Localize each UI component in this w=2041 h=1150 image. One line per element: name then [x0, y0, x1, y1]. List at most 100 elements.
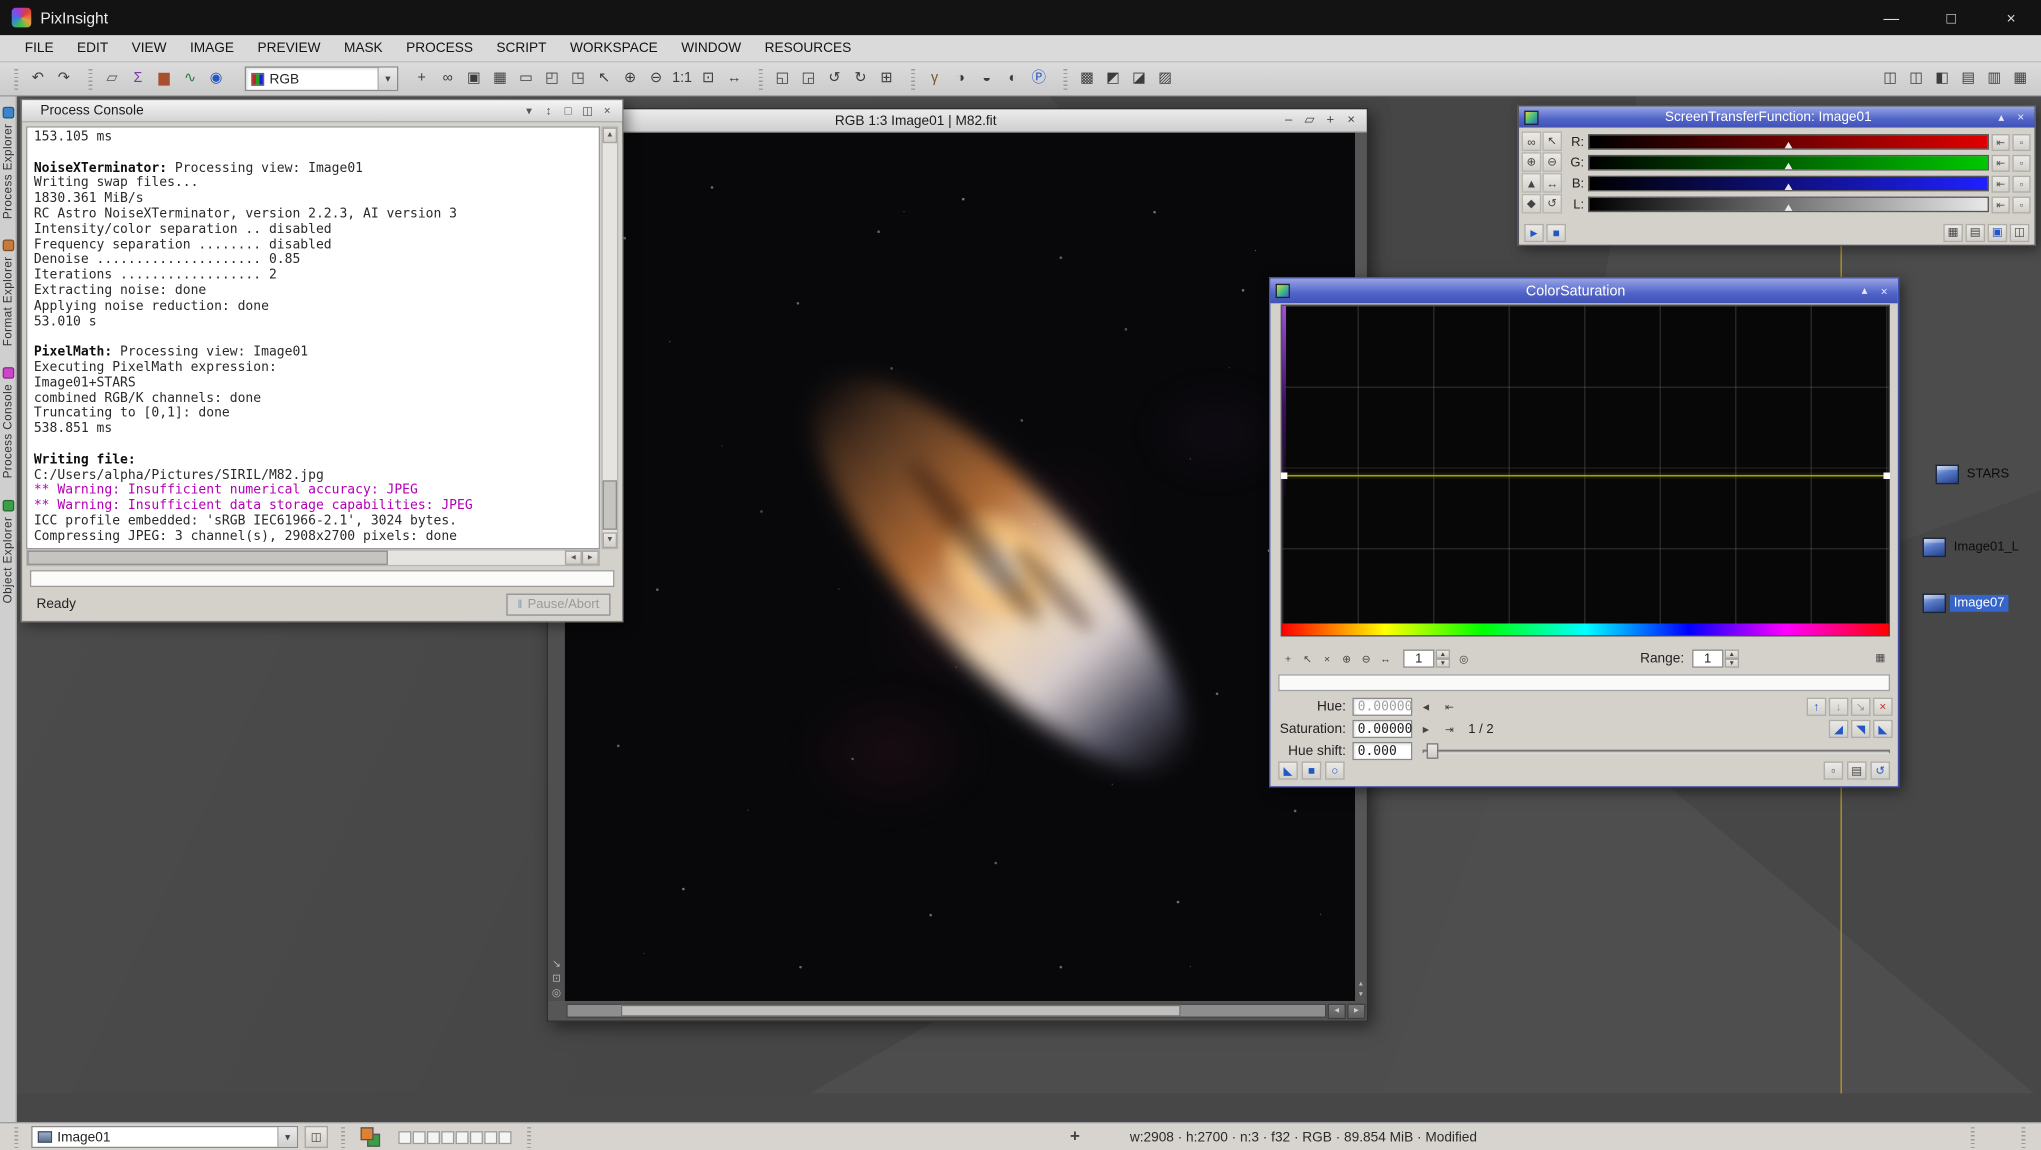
stf-reset-channel-icon[interactable]: ▫ — [2012, 196, 2030, 213]
scroll-right-icon[interactable]: ► — [1347, 1003, 1365, 1019]
cs-store-curve-icon[interactable]: ↑ — [1807, 698, 1827, 716]
mask-show-icon[interactable]: ◪ — [1126, 66, 1152, 92]
monitor-2-icon[interactable]: ▥ — [1981, 66, 2007, 92]
resample-icon[interactable]: ⊞ — [873, 66, 899, 92]
hscroll-track[interactable] — [566, 1004, 1326, 1018]
cs-move-point-icon[interactable]: ↖ — [1298, 650, 1318, 668]
workspace-slot[interactable] — [470, 1130, 483, 1143]
copy-view-id-button[interactable]: ◫ — [305, 1126, 328, 1148]
iconized-window-image01-l[interactable]: Image01_L — [1923, 534, 2041, 560]
color-saturation-titlebar[interactable]: ColorSaturation ▴ × — [1270, 279, 1897, 304]
zoom-mode-icon[interactable]: ⊡ — [552, 974, 561, 984]
hscroll-thumb[interactable] — [621, 1005, 1182, 1017]
zoom-1-1-icon[interactable]: 1:1 — [669, 66, 695, 92]
hscroll-thumb[interactable] — [27, 551, 387, 565]
stf-link-rgb-icon[interactable]: ∞ — [1522, 131, 1542, 151]
stf-black-point-icon[interactable]: ◆ — [1522, 194, 1542, 214]
range-value[interactable]: 1 — [1692, 650, 1723, 668]
stf-apply-icon[interactable]: ■ — [1546, 223, 1566, 241]
menu-mask[interactable]: MASK — [332, 35, 394, 61]
cs-add-point-icon[interactable]: + — [1278, 650, 1298, 668]
spin-down-icon[interactable]: ▼ — [1725, 659, 1739, 668]
console-autohide-icon[interactable]: ↕ — [539, 102, 559, 120]
cs-interpolation-akima-icon[interactable]: ◢ — [1829, 720, 1849, 738]
stf-enabled-icon[interactable]: ▣ — [1988, 223, 2008, 241]
menu-window[interactable]: WINDOW — [670, 35, 753, 61]
spin-down-icon[interactable]: ▼ — [1436, 659, 1450, 668]
iconize-icon[interactable]: – — [1278, 111, 1299, 131]
script-editor-icon[interactable]: Ⓟ — [1026, 66, 1052, 92]
console-menu-icon[interactable]: ▾ — [519, 102, 539, 120]
cs-browse-docs-icon[interactable]: ▤ — [1847, 761, 1867, 779]
readout-mode-icon[interactable]: ◎ — [552, 988, 561, 998]
rotate-right-icon[interactable]: ↻ — [847, 66, 873, 92]
cs-swap-curve-icon[interactable]: ↘ — [1851, 698, 1871, 716]
process-console-titlebar[interactable]: Process Console ▾ ↕ □ ◫ × — [22, 100, 622, 122]
scroll-up-icon[interactable]: ▲ — [603, 128, 617, 144]
pointer-icon[interactable]: ↖ — [591, 66, 617, 92]
stf-reset-channel-icon[interactable]: ▫ — [2012, 154, 2030, 171]
restore-button[interactable]: □ — [1921, 0, 1981, 35]
stf-file-icon[interactable]: ▤ — [1966, 223, 1986, 241]
saturation-input[interactable]: 0.00000 — [1352, 720, 1412, 738]
curve-point[interactable] — [1281, 473, 1288, 480]
stf-channel-slider[interactable] — [1588, 176, 1989, 192]
sidebar-tab-process-console[interactable]: Process Console — [1, 368, 14, 479]
icc-profile-icon[interactable]: ◒ — [974, 66, 1000, 92]
cs-new-instance-icon[interactable]: ◣ — [1278, 761, 1298, 779]
preview-mode-icon[interactable]: ◳ — [565, 66, 591, 92]
spin-up-icon[interactable]: ▲ — [1436, 650, 1450, 659]
cs-reset-icon[interactable]: ↺ — [1870, 761, 1890, 779]
stf-zoom-in-icon[interactable]: ⊕ — [1522, 152, 1542, 172]
stf-zoom-out-icon[interactable]: ⊖ — [1542, 152, 1562, 172]
stf-edit-mode-icon[interactable]: ↖ — [1542, 131, 1562, 151]
stf-screen-icon[interactable]: ◫ — [2010, 223, 2030, 241]
pixelmath-icon[interactable]: Σ — [125, 66, 151, 92]
explorer-panels-icon[interactable]: ◧ — [1929, 66, 1955, 92]
stf-clip-icon[interactable]: ⇤ — [1992, 196, 2010, 213]
hue-shift-input[interactable]: 0.000 — [1352, 742, 1412, 760]
menu-image[interactable]: IMAGE — [178, 35, 245, 61]
undo-icon[interactable]: ↶ — [25, 66, 51, 92]
hue-shift-slider[interactable] — [1423, 742, 1893, 760]
monitor-1-icon[interactable]: ▤ — [1955, 66, 1981, 92]
pause-abort-button[interactable]: ‖ Pause/Abort — [506, 593, 610, 615]
dynamic-crop-icon[interactable]: ◲ — [795, 66, 821, 92]
current-view-select[interactable]: Image01 ▾ — [31, 1126, 298, 1148]
monitor-3-icon[interactable]: ▦ — [2007, 66, 2033, 92]
scroll-down-icon[interactable]: ▼ — [603, 532, 617, 548]
track-view-icon[interactable]: + — [409, 66, 435, 92]
color-management-icon[interactable]: ◑ — [948, 66, 974, 92]
link-views-icon[interactable]: ∞ — [435, 66, 461, 92]
workspace-slot[interactable] — [499, 1130, 512, 1143]
sidebar-tab-format-explorer[interactable]: Format Explorer — [1, 240, 14, 347]
iconized-window-stars[interactable]: STARS — [1936, 461, 2041, 487]
stf-channel-slider[interactable] — [1588, 134, 1989, 150]
display-channel-select[interactable]: RGB ▾ — [245, 66, 399, 91]
cs-first-point-icon[interactable]: ⇤ — [1440, 698, 1460, 716]
foreground-background-swatches[interactable] — [361, 1127, 381, 1147]
cs-restore-curve-icon[interactable]: ↓ — [1829, 698, 1849, 716]
stf-pan-icon[interactable]: ↔ — [1542, 173, 1562, 193]
cs-apply-icon[interactable]: ■ — [1302, 761, 1322, 779]
menu-edit[interactable]: EDIT — [65, 35, 120, 61]
scroll-up-icon[interactable]: ▲ — [1358, 980, 1364, 988]
zoom-in-icon[interactable]: ⊕ — [617, 66, 643, 92]
rotate-left-icon[interactable]: ↺ — [821, 66, 847, 92]
workspace-1-icon[interactable]: ◫ — [1877, 66, 1903, 92]
hue-input[interactable]: 0.00000 — [1352, 698, 1412, 716]
saturation-curve-editor[interactable] — [1281, 305, 1890, 637]
cs-grid-icon[interactable]: ▦ — [1870, 648, 1890, 666]
workspace-slot[interactable] — [413, 1130, 426, 1143]
zoom-to-fit-icon[interactable]: ⊡ — [695, 66, 721, 92]
workspace-slot[interactable] — [427, 1130, 440, 1143]
menu-file[interactable]: FILE — [13, 35, 65, 61]
duplicate-image-icon[interactable]: ▱ — [99, 66, 125, 92]
stf-channel-slider[interactable] — [1588, 155, 1989, 171]
stf-close-icon[interactable]: × — [2011, 109, 2031, 126]
menu-preview[interactable]: PREVIEW — [246, 35, 332, 61]
stf-track-view-icon[interactable]: ► — [1524, 223, 1544, 241]
workspace-slot[interactable] — [398, 1130, 411, 1143]
menu-resources[interactable]: RESOURCES — [753, 35, 863, 61]
vscroll-thumb[interactable] — [603, 480, 617, 529]
